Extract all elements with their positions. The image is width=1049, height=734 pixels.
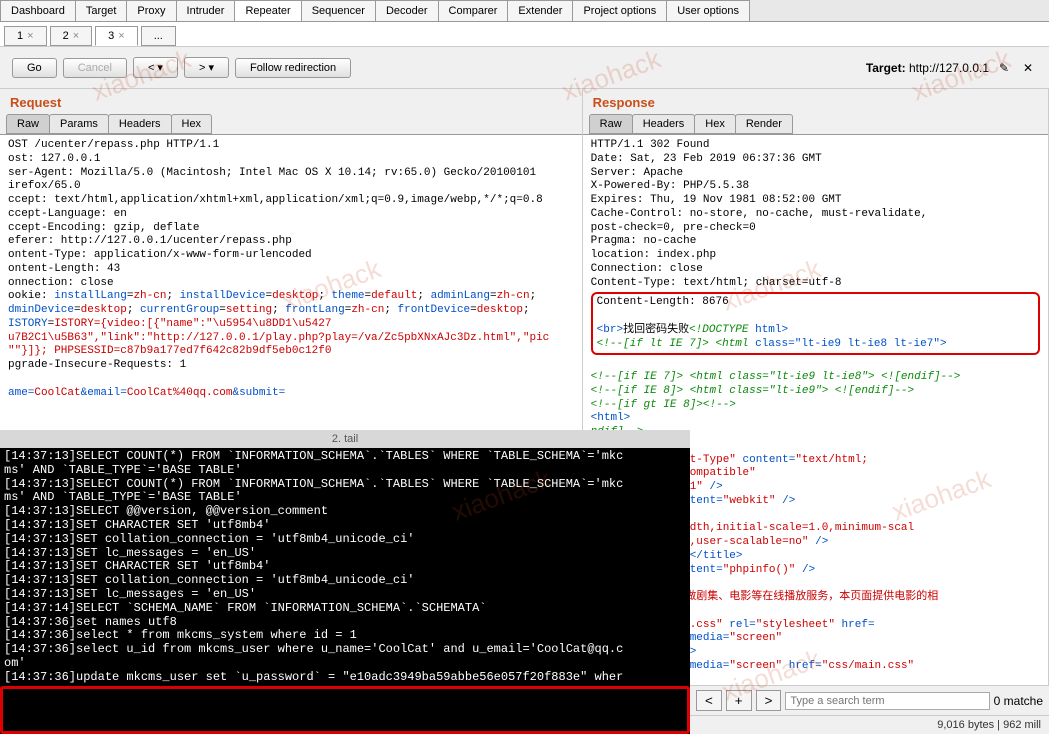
top-tab-dashboard[interactable]: Dashboard — [0, 0, 76, 21]
status-bar: 9,016 bytes | 962 mill — [690, 716, 1049, 734]
clear-target-icon[interactable]: ✕ — [1023, 61, 1037, 75]
top-tab-intruder[interactable]: Intruder — [176, 0, 236, 21]
request-tab-params[interactable]: Params — [49, 114, 109, 134]
cancel-button[interactable]: Cancel — [63, 58, 127, 78]
top-tab-bar: Dashboard Target Proxy Intruder Repeater… — [0, 0, 1049, 22]
top-tab-extender[interactable]: Extender — [507, 0, 573, 21]
terminal-body: [14:37:13]SELECT COUNT(*) FROM `INFORMAT… — [0, 448, 690, 687]
toolbar: Go Cancel < ▾ > ▾ Follow redirection Tar… — [0, 47, 1049, 89]
response-title: Response — [583, 89, 1048, 114]
top-tab-proxy[interactable]: Proxy — [126, 0, 176, 21]
response-tab-raw[interactable]: Raw — [589, 114, 633, 134]
top-tab-sequencer[interactable]: Sequencer — [301, 0, 376, 21]
terminal-highlight-box — [0, 686, 690, 734]
response-footer: < + > 0 matche 9,016 bytes | 962 mill — [690, 685, 1049, 734]
history-prev-button[interactable]: < ▾ — [133, 57, 178, 78]
response-tab-render[interactable]: Render — [735, 114, 793, 134]
top-tab-user-options[interactable]: User options — [666, 0, 750, 21]
edit-target-icon[interactable]: ✎ — [999, 61, 1013, 75]
sub-tab-more[interactable]: ... — [141, 26, 176, 46]
sub-tab-3[interactable]: 3× — [95, 26, 138, 46]
close-icon[interactable]: × — [73, 30, 79, 42]
search-prev-button[interactable]: < — [696, 690, 722, 711]
highlighted-response: Content-Length: 8676 <br>找回密码失败<!DOCTYPE… — [591, 292, 1040, 355]
top-tab-project-options[interactable]: Project options — [572, 0, 667, 21]
request-tab-hex[interactable]: Hex — [171, 114, 213, 134]
request-title: Request — [0, 89, 582, 114]
target-label: Target: http://127.0.0.1 — [866, 61, 989, 75]
repeater-sub-tabs: 1× 2× 3× ... — [0, 22, 1049, 47]
search-matches: 0 matche — [994, 694, 1043, 708]
search-input[interactable] — [785, 692, 989, 710]
terminal-window[interactable]: 2. tail [14:37:13]SELECT COUNT(*) FROM `… — [0, 430, 690, 734]
top-tab-repeater[interactable]: Repeater — [234, 0, 301, 21]
close-icon[interactable]: × — [27, 30, 33, 42]
top-tab-target[interactable]: Target — [75, 0, 128, 21]
response-tab-hex[interactable]: Hex — [694, 114, 736, 134]
terminal-title: 2. tail — [0, 430, 690, 448]
go-button[interactable]: Go — [12, 58, 57, 78]
sub-tab-1[interactable]: 1× — [4, 26, 47, 46]
follow-redirection-button[interactable]: Follow redirection — [235, 58, 351, 78]
response-tab-headers[interactable]: Headers — [632, 114, 696, 134]
search-next-button[interactable]: > — [756, 690, 782, 711]
history-next-button[interactable]: > ▾ — [184, 57, 229, 78]
search-add-button[interactable]: + — [726, 690, 752, 711]
sub-tab-2[interactable]: 2× — [50, 26, 93, 46]
top-tab-decoder[interactable]: Decoder — [375, 0, 439, 21]
request-tab-raw[interactable]: Raw — [6, 114, 50, 134]
request-tab-headers[interactable]: Headers — [108, 114, 172, 134]
top-tab-comparer[interactable]: Comparer — [438, 0, 509, 21]
close-icon[interactable]: × — [118, 30, 124, 42]
